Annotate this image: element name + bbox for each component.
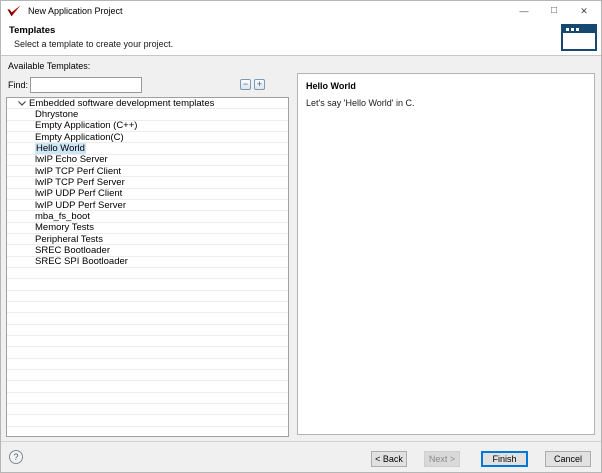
- template-label: Peripheral Tests: [35, 234, 103, 245]
- tree-root-label: Embedded software development templates: [29, 98, 214, 109]
- template-label: lwIP Echo Server: [35, 155, 108, 166]
- empty-row[interactable]: [7, 415, 288, 426]
- title-bar[interactable]: New Application Project — □ ✕: [1, 1, 601, 21]
- template-row[interactable]: Empty Application (C++): [7, 121, 288, 132]
- expand-all-icon[interactable]: +: [254, 79, 265, 90]
- template-label: lwIP UDP Perf Client: [35, 189, 122, 200]
- minimize-button[interactable]: —: [509, 1, 539, 21]
- button-bar: ? < Back Next > Finish Cancel: [1, 442, 601, 472]
- template-label: mba_fs_boot: [35, 211, 90, 222]
- next-button: Next >: [424, 451, 460, 467]
- window-title: New Application Project: [28, 6, 123, 16]
- template-label: Dhrystone: [35, 109, 78, 120]
- empty-row[interactable]: [7, 268, 288, 279]
- description-title: Hello World: [306, 81, 356, 91]
- wizard-banner-icon: [561, 24, 597, 51]
- description-text: Let's say 'Hello World' in C.: [306, 98, 415, 108]
- template-row[interactable]: SREC SPI Bootloader: [7, 257, 288, 268]
- template-label: SREC SPI Bootloader: [35, 257, 128, 268]
- template-row[interactable]: Empty Application(C): [7, 132, 288, 143]
- collapse-all-icon[interactable]: −: [240, 79, 251, 90]
- empty-row[interactable]: [7, 302, 288, 313]
- close-button[interactable]: ✕: [569, 1, 599, 21]
- page-subtitle: Select a template to create your project…: [14, 39, 173, 49]
- find-label: Find:: [8, 80, 28, 90]
- template-row[interactable]: SREC Bootloader: [7, 245, 288, 256]
- maximize-button[interactable]: □: [539, 1, 569, 21]
- template-label: Memory Tests: [35, 223, 94, 234]
- available-templates-label: Available Templates:: [8, 61, 90, 71]
- template-row[interactable]: lwIP UDP Perf Server: [7, 200, 288, 211]
- chevron-down-icon[interactable]: [18, 101, 27, 106]
- template-row[interactable]: Peripheral Tests: [7, 234, 288, 245]
- help-button[interactable]: ?: [9, 450, 23, 464]
- cancel-button[interactable]: Cancel: [545, 451, 591, 467]
- tree-root-row[interactable]: Embedded software development templates: [7, 98, 288, 109]
- template-row[interactable]: lwIP UDP Perf Client: [7, 189, 288, 200]
- template-row[interactable]: mba_fs_boot: [7, 211, 288, 222]
- empty-row[interactable]: [7, 336, 288, 347]
- wizard-header: Templates Select a template to create yo…: [1, 21, 601, 56]
- template-row[interactable]: lwIP TCP Perf Server: [7, 177, 288, 188]
- empty-row[interactable]: [7, 325, 288, 336]
- empty-row[interactable]: [7, 359, 288, 370]
- empty-row[interactable]: [7, 313, 288, 324]
- template-label: lwIP UDP Perf Server: [35, 200, 126, 211]
- empty-row[interactable]: [7, 381, 288, 392]
- template-tree[interactable]: Embedded software development templatesD…: [6, 97, 289, 437]
- template-label: SREC Bootloader: [35, 245, 110, 256]
- empty-row[interactable]: [7, 347, 288, 358]
- page-title: Templates: [9, 25, 55, 36]
- template-label: Hello World: [35, 143, 86, 154]
- template-row[interactable]: lwIP Echo Server: [7, 155, 288, 166]
- empty-row[interactable]: [7, 404, 288, 415]
- empty-row[interactable]: [7, 291, 288, 302]
- new-application-project-dialog: New Application Project — □ ✕ Templates …: [0, 0, 602, 473]
- template-row[interactable]: lwIP TCP Perf Client: [7, 166, 288, 177]
- template-row[interactable]: Hello World: [7, 143, 288, 154]
- template-label: lwIP TCP Perf Client: [35, 166, 121, 177]
- template-label: Empty Application(C): [35, 132, 124, 143]
- empty-row[interactable]: [7, 393, 288, 404]
- template-description-panel: Hello World Let's say 'Hello World' in C…: [297, 73, 595, 435]
- empty-row[interactable]: [7, 370, 288, 381]
- template-row[interactable]: Memory Tests: [7, 223, 288, 234]
- empty-row[interactable]: [7, 279, 288, 290]
- find-input[interactable]: [30, 77, 142, 93]
- finish-button[interactable]: Finish: [481, 451, 528, 467]
- xilinx-logo-icon: [7, 5, 21, 17]
- template-label: lwIP TCP Perf Server: [35, 177, 125, 188]
- empty-row[interactable]: [7, 427, 288, 437]
- template-row[interactable]: Dhrystone: [7, 109, 288, 120]
- back-button[interactable]: < Back: [371, 451, 407, 467]
- template-label: Empty Application (C++): [35, 121, 137, 132]
